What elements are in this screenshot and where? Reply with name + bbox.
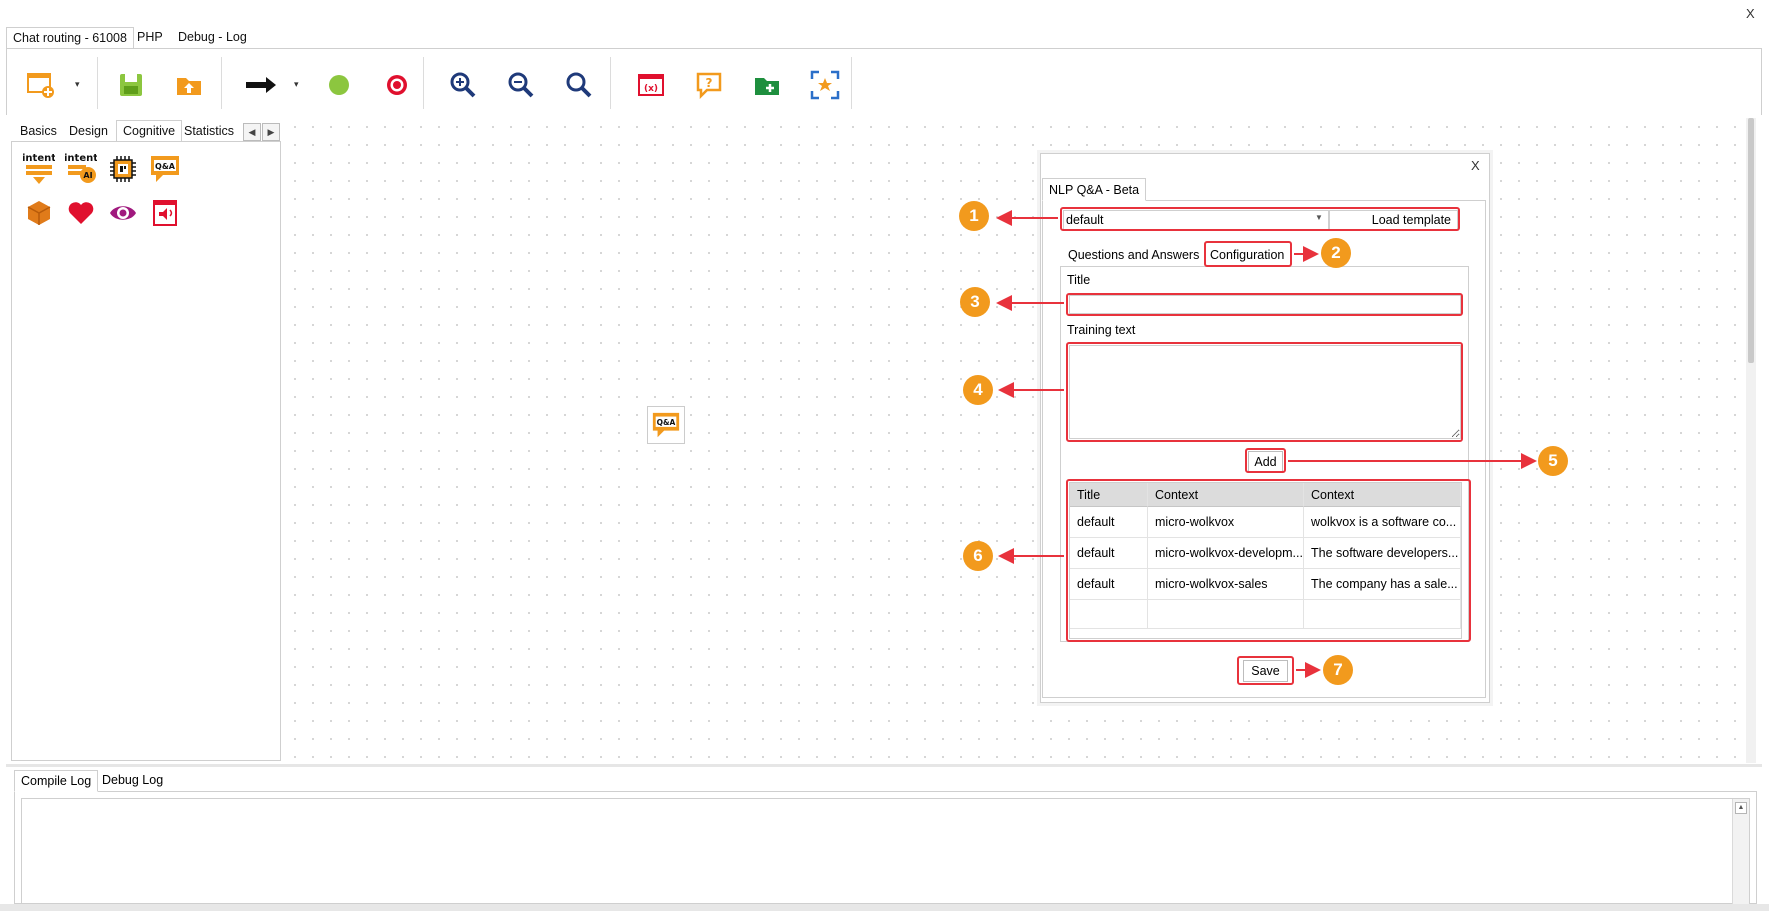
- tab-scroll-left-icon[interactable]: ◀: [243, 123, 261, 141]
- intent-icon[interactable]: intent: [22, 152, 56, 186]
- palette-qa-text: Q&A: [155, 162, 176, 171]
- new-flow-dropdown-icon[interactable]: ▾: [75, 79, 80, 90]
- log-output-area[interactable]: [21, 798, 1750, 904]
- canvas-scroll-thumb[interactable]: [1748, 118, 1754, 363]
- toolbar-separator: [423, 57, 424, 109]
- scroll-up-icon[interactable]: ▲: [1735, 802, 1747, 814]
- annotation-badge-4: 4: [963, 375, 993, 405]
- tab-chat-routing[interactable]: Chat routing - 61008: [6, 27, 134, 49]
- tab-design[interactable]: Design: [63, 121, 114, 143]
- load-template-button[interactable]: Load template: [1329, 210, 1458, 230]
- canvas-node-label: Q&A: [657, 418, 676, 427]
- table-cell[interactable]: wolkvox is a software co...: [1304, 507, 1461, 537]
- title-label: Title: [1067, 273, 1091, 287]
- add-folder-icon[interactable]: [747, 65, 787, 105]
- log-vertical-scrollbar[interactable]: [1732, 799, 1749, 904]
- table-header-title[interactable]: Title: [1070, 483, 1148, 507]
- tab-statistics[interactable]: Statistics: [178, 121, 240, 143]
- save-button[interactable]: Save: [1243, 660, 1288, 682]
- svg-text:?: ?: [706, 76, 713, 90]
- intent-ai-icon[interactable]: intent AI: [64, 152, 98, 186]
- annotation-badge-1: 1: [959, 201, 989, 231]
- tab-debug-log-bottom[interactable]: Debug Log: [96, 770, 169, 792]
- eye-icon[interactable]: [106, 196, 140, 230]
- new-flow-icon[interactable]: [21, 65, 61, 105]
- tab-cognitive[interactable]: Cognitive: [116, 120, 183, 142]
- palette-panel: [11, 141, 281, 761]
- tab-questions-and-answers[interactable]: Questions and Answers: [1068, 246, 1199, 266]
- zoom-out-icon[interactable]: [501, 65, 541, 105]
- table-cell[interactable]: default: [1070, 569, 1148, 599]
- heart-icon[interactable]: [64, 196, 98, 230]
- table-cell[interactable]: The software developers...: [1304, 538, 1461, 568]
- table-cell[interactable]: default: [1070, 507, 1148, 537]
- box-icon[interactable]: [22, 196, 56, 230]
- flow-canvas[interactable]: [286, 118, 1746, 763]
- zoom-fit-icon[interactable]: [559, 65, 599, 105]
- upload-folder-icon[interactable]: [169, 65, 209, 105]
- tab-scroll-right-icon[interactable]: ▶: [262, 123, 280, 141]
- tab-php[interactable]: PHP: [131, 27, 169, 49]
- variable-icon[interactable]: (x): [631, 65, 671, 105]
- chevron-down-icon[interactable]: ▼: [1315, 213, 1323, 222]
- tab-compile-log[interactable]: Compile Log: [14, 770, 99, 792]
- table-cell[interactable]: micro-wolkvox: [1148, 507, 1304, 537]
- toolbar-separator: [97, 57, 98, 109]
- green-circle-icon[interactable]: [319, 65, 359, 105]
- zoom-in-icon[interactable]: [443, 65, 483, 105]
- annotation-badge-6: 6: [963, 541, 993, 571]
- palette-ai-text: AI: [83, 171, 92, 180]
- chip-icon[interactable]: [106, 152, 140, 186]
- tab-configuration[interactable]: Configuration: [1210, 246, 1284, 266]
- status-bar: [0, 904, 1769, 911]
- template-select[interactable]: default: [1063, 210, 1329, 230]
- save-icon[interactable]: [111, 65, 151, 105]
- annotation-badge-5: 5: [1538, 446, 1568, 476]
- annotation-badge-2: 2: [1321, 238, 1351, 268]
- training-text-area[interactable]: [1069, 345, 1461, 439]
- select-all-icon[interactable]: [805, 65, 845, 105]
- table-row-divider: [1070, 628, 1461, 629]
- title-input[interactable]: [1069, 295, 1461, 314]
- toolbar-separator: [610, 57, 611, 109]
- add-button[interactable]: Add: [1248, 451, 1283, 473]
- annotation-badge-7: 7: [1323, 655, 1353, 685]
- palette-intent-text: intent: [23, 153, 55, 164]
- tab-nlp-qa-beta[interactable]: NLP Q&A - Beta: [1042, 178, 1147, 201]
- dialog-close-button[interactable]: X: [1471, 158, 1480, 173]
- palette-intent-ai-text: intent: [65, 153, 97, 164]
- toolbar: ▾ ▾ (x) ?: [6, 49, 1762, 115]
- tab-debug-log[interactable]: Debug - Log: [172, 27, 253, 49]
- svg-text:(x): (x): [644, 84, 658, 94]
- window-close-button[interactable]: X: [1746, 6, 1755, 21]
- table-cell[interactable]: default: [1070, 538, 1148, 568]
- training-text-label: Training text: [1067, 323, 1136, 337]
- table-cell-empty[interactable]: [1304, 600, 1461, 628]
- table-cell-empty[interactable]: [1070, 600, 1148, 628]
- red-target-icon[interactable]: [377, 65, 417, 105]
- annotation-badge-3: 3: [960, 287, 990, 317]
- table-cell-empty[interactable]: [1148, 600, 1304, 628]
- arrow-dropdown-icon[interactable]: ▾: [294, 79, 299, 90]
- speaker-card-icon[interactable]: [148, 196, 182, 230]
- toolbar-separator: [221, 57, 222, 109]
- table-cell[interactable]: micro-wolkvox-sales: [1148, 569, 1304, 599]
- table-header-context[interactable]: Context: [1148, 483, 1304, 507]
- toolbar-separator: [851, 57, 852, 109]
- table-header-context-2[interactable]: Context: [1304, 483, 1461, 507]
- table-cell[interactable]: micro-wolkvox-developm...: [1148, 538, 1304, 568]
- tab-basics[interactable]: Basics: [14, 121, 63, 143]
- panel-splitter[interactable]: [6, 764, 1762, 767]
- arrow-right-icon[interactable]: [241, 65, 281, 105]
- question-bubble-icon[interactable]: ?: [689, 65, 729, 105]
- qa-bubble-icon[interactable]: Q&A: [148, 152, 182, 186]
- table-cell[interactable]: The company has a sale...: [1304, 569, 1461, 599]
- qa-table[interactable]: Title Context Context default micro-wolk…: [1069, 482, 1462, 639]
- canvas-qa-node[interactable]: Q&A: [647, 406, 685, 444]
